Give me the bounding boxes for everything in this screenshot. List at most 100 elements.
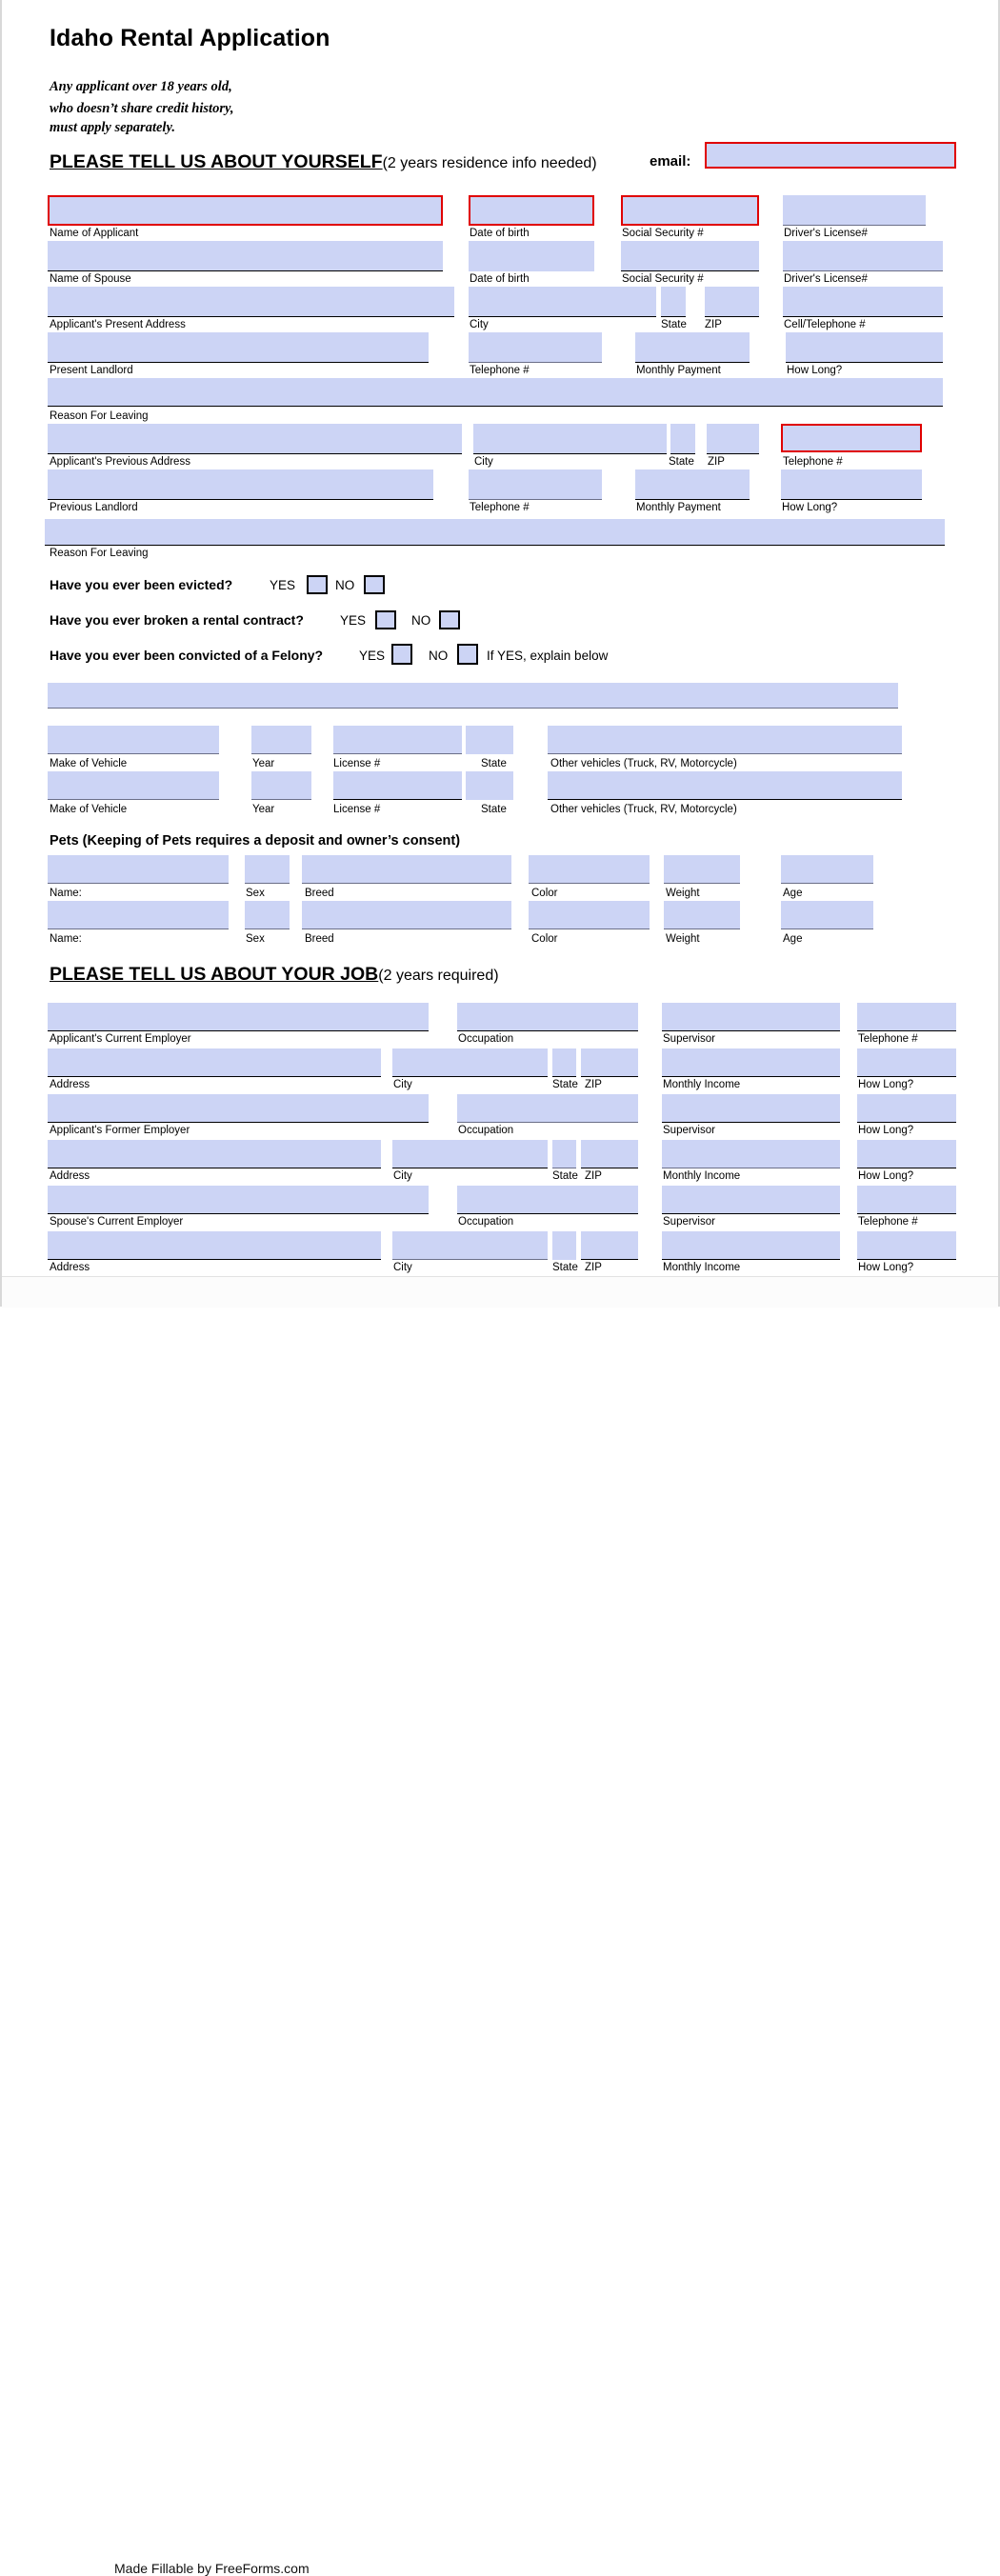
spouse-telephone-input[interactable] — [857, 1186, 956, 1214]
pet-1-age-input[interactable] — [781, 855, 873, 884]
label-spouse-ssn: Social Security # — [622, 273, 704, 285]
current-monthly-income-input[interactable] — [662, 1048, 840, 1077]
email-input[interactable] — [705, 142, 956, 169]
vehicle-2-other-input[interactable] — [548, 771, 902, 800]
spouse-zip-input[interactable] — [581, 1231, 638, 1260]
current-address-input[interactable] — [48, 1048, 381, 1077]
pet-2-breed-input[interactable] — [302, 901, 511, 929]
present-landlord-phone-input[interactable] — [469, 332, 602, 363]
pet-2-age-input[interactable] — [781, 901, 873, 929]
previous-state-input[interactable] — [670, 424, 695, 454]
label-previous-monthly-payment: Monthly Payment — [636, 502, 721, 513]
pet-2-weight-input[interactable] — [664, 901, 740, 929]
label-spouse-telephone: Telephone # — [858, 1216, 918, 1228]
spouse-state-input[interactable] — [552, 1231, 576, 1260]
vehicle-2-make-input[interactable] — [48, 771, 219, 800]
former-state-input[interactable] — [552, 1140, 576, 1168]
previous-city-input[interactable] — [473, 424, 667, 454]
vehicle-2-state-input[interactable] — [466, 771, 513, 800]
pet-1-sex-input[interactable] — [245, 855, 290, 884]
former-address-input[interactable] — [48, 1140, 381, 1168]
current-supervisor-input[interactable] — [662, 1003, 840, 1031]
former-city-input[interactable] — [392, 1140, 548, 1168]
present-address-input[interactable] — [48, 287, 454, 317]
previous-landlord-input[interactable] — [48, 469, 433, 500]
previous-landlord-phone-input[interactable] — [469, 469, 602, 500]
vehicle-1-license-input[interactable] — [333, 726, 462, 754]
question-felony-no-checkbox[interactable] — [457, 644, 478, 665]
label-cell-telephone: Cell/Telephone # — [784, 319, 866, 330]
present-zip-input[interactable] — [705, 287, 759, 317]
spouse-employer-input[interactable] — [48, 1186, 429, 1214]
previous-telephone-input[interactable] — [781, 424, 922, 452]
vehicle-1-state-input[interactable] — [466, 726, 513, 754]
former-monthly-income-input[interactable] — [662, 1140, 840, 1168]
present-city-input[interactable] — [469, 287, 656, 317]
felony-explain-input[interactable] — [48, 683, 898, 709]
previous-zip-input[interactable] — [707, 424, 759, 454]
current-city-input[interactable] — [392, 1048, 548, 1077]
previous-how-long-input[interactable] — [781, 469, 922, 500]
former-zip-input[interactable] — [581, 1140, 638, 1168]
present-landlord-input[interactable] — [48, 332, 429, 363]
vehicle-2-license-input[interactable] — [333, 771, 462, 800]
pet-2-color-input[interactable] — [529, 901, 650, 929]
applicant-ssn-input[interactable] — [621, 195, 759, 226]
vehicle-2-year-input[interactable] — [251, 771, 311, 800]
present-how-long-input[interactable] — [786, 332, 943, 363]
question-broken-contract-yes-checkbox[interactable] — [375, 610, 396, 629]
current-how-long-input[interactable] — [857, 1048, 956, 1077]
question-evicted-no-checkbox[interactable] — [364, 575, 385, 594]
name-of-spouse-input[interactable] — [48, 241, 443, 271]
question-broken-contract-no-checkbox[interactable] — [439, 610, 460, 629]
spouse-dl-input[interactable] — [783, 241, 943, 271]
spouse-dob-input[interactable] — [469, 241, 594, 271]
cell-telephone-input[interactable] — [783, 287, 943, 317]
current-telephone-input[interactable] — [857, 1003, 956, 1031]
applicant-dl-input[interactable] — [783, 195, 926, 226]
spouse-supervisor-input[interactable] — [662, 1186, 840, 1214]
vehicle-1-make-input[interactable] — [48, 726, 219, 754]
question-evicted-yes-checkbox[interactable] — [307, 575, 328, 594]
label-current-city: City — [393, 1079, 412, 1090]
present-monthly-payment-input[interactable] — [635, 332, 750, 363]
previous-address-input[interactable] — [48, 424, 462, 454]
pet-2-name-input[interactable] — [48, 901, 229, 929]
spouse-address-input[interactable] — [48, 1231, 381, 1260]
present-state-input[interactable] — [661, 287, 686, 317]
label-previous-telephone: Telephone # — [783, 456, 843, 468]
former-occupation-input[interactable] — [457, 1094, 638, 1123]
section-heading-yourself-main: PLEASE TELL US ABOUT YOURSELF — [50, 151, 383, 172]
spouse-monthly-income-input[interactable] — [662, 1231, 840, 1260]
previous-monthly-payment-input[interactable] — [635, 469, 750, 500]
current-employer-input[interactable] — [48, 1003, 429, 1031]
label-vehicle-2-state: State — [481, 804, 507, 815]
pet-2-sex-input[interactable] — [245, 901, 290, 929]
former-how-long-input[interactable] — [857, 1140, 956, 1168]
vehicle-1-other-input[interactable] — [548, 726, 902, 754]
label-reason-for-leaving-1: Reason For Leaving — [50, 410, 149, 422]
pet-1-color-input[interactable] — [529, 855, 650, 884]
current-state-input[interactable] — [552, 1048, 576, 1077]
name-of-applicant-input[interactable] — [48, 195, 443, 226]
former-employer-input[interactable] — [48, 1094, 429, 1123]
spouse-ssn-input[interactable] — [621, 241, 759, 271]
applicant-dob-input[interactable] — [469, 195, 594, 226]
reason-for-leaving-1-input[interactable] — [48, 378, 943, 407]
pet-1-name-input[interactable] — [48, 855, 229, 884]
question-felony-yes-checkbox[interactable] — [391, 644, 412, 665]
spouse-occupation-input[interactable] — [457, 1186, 638, 1214]
former-supervisor-input[interactable] — [662, 1094, 840, 1123]
spouse-how-long-input[interactable] — [857, 1231, 956, 1260]
current-zip-input[interactable] — [581, 1048, 638, 1077]
pet-1-breed-input[interactable] — [302, 855, 511, 884]
spouse-city-input[interactable] — [392, 1231, 548, 1260]
current-occupation-input[interactable] — [457, 1003, 638, 1031]
former-how-long-top-input[interactable] — [857, 1094, 956, 1123]
vehicle-1-year-input[interactable] — [251, 726, 311, 754]
label-spouse-how-long: How Long? — [858, 1262, 914, 1273]
reason-for-leaving-2-input[interactable] — [45, 519, 945, 546]
section-heading-yourself-sub: (2 years residence info needed) — [382, 155, 597, 171]
pet-1-weight-input[interactable] — [664, 855, 740, 884]
label-pet-1-breed: Breed — [305, 888, 334, 899]
